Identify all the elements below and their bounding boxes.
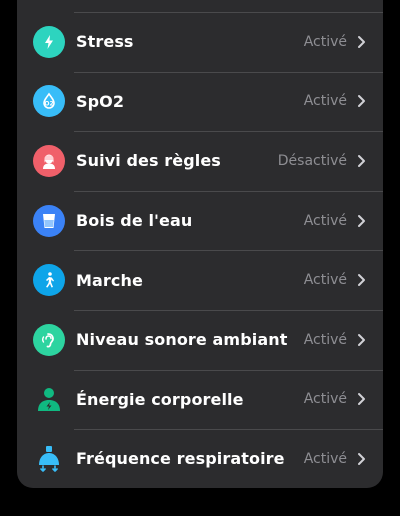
settings-row-water[interactable]: Bois de l'eau Activé: [17, 190, 383, 251]
woman-icon: [33, 144, 65, 177]
divider: [74, 12, 383, 13]
settings-item-status: Activé: [303, 450, 347, 467]
settings-item-label: Marche: [76, 270, 143, 290]
lungs-icon: [33, 443, 65, 475]
water-glass-icon: [33, 204, 65, 237]
settings-row-noise[interactable]: Niveau sonore ambiant Activé: [17, 309, 383, 370]
settings-item-label: Fréquence respiratoire: [76, 449, 285, 469]
oxygen-drop-icon: O2: [33, 85, 65, 118]
walking-icon: [33, 264, 65, 297]
chevron-right-icon: [358, 333, 365, 346]
chevron-right-icon: [358, 154, 365, 167]
chevron-right-icon: [358, 35, 365, 48]
settings-item-status: Activé: [303, 212, 347, 229]
settings-item-status: Désactivé: [277, 152, 347, 169]
chevron-right-icon: [358, 214, 365, 227]
settings-item-label: Bois de l'eau: [76, 211, 193, 231]
settings-item-label: SpO2: [76, 91, 125, 111]
chevron-right-icon: [358, 452, 365, 465]
ear-icon: [33, 323, 65, 356]
settings-item-label: Suivi des règles: [76, 151, 221, 171]
settings-item-status: Activé: [303, 331, 347, 348]
settings-item-status: Activé: [303, 391, 347, 408]
settings-list: Stress Activé O2 SpO2 Activé Suivi des r…: [17, 12, 383, 488]
chevron-right-icon: [358, 274, 365, 287]
settings-item-label: Énergie corporelle: [76, 389, 244, 409]
settings-row-stress[interactable]: Stress Activé: [17, 12, 383, 72]
divider: [74, 190, 383, 192]
settings-item-label: Stress: [76, 32, 134, 52]
settings-item-status: Activé: [303, 93, 347, 110]
settings-row-walk[interactable]: Marche Activé: [17, 250, 383, 310]
settings-row-respiration[interactable]: Fréquence respiratoire Activé: [17, 429, 383, 488]
divider: [74, 429, 383, 431]
settings-item-status: Activé: [303, 33, 347, 50]
chevron-right-icon: [358, 393, 365, 406]
divider: [74, 309, 383, 311]
settings-card: Stress Activé O2 SpO2 Activé Suivi des r…: [17, 0, 383, 488]
divider: [74, 369, 383, 371]
settings-row-body-energy[interactable]: Énergie corporelle Activé: [17, 369, 383, 430]
settings-row-cycle[interactable]: Suivi des règles Désactivé: [17, 131, 383, 191]
settings-item-status: Activé: [303, 272, 347, 289]
divider: [74, 71, 383, 73]
divider: [74, 250, 383, 252]
chevron-right-icon: [358, 95, 365, 108]
settings-row-spo2[interactable]: O2 SpO2 Activé: [17, 71, 383, 132]
body-energy-icon: [33, 383, 65, 415]
svg-text:O2: O2: [44, 101, 53, 108]
divider: [74, 131, 383, 133]
lightning-icon: [33, 25, 65, 58]
settings-item-label: Niveau sonore ambiant: [76, 330, 288, 350]
